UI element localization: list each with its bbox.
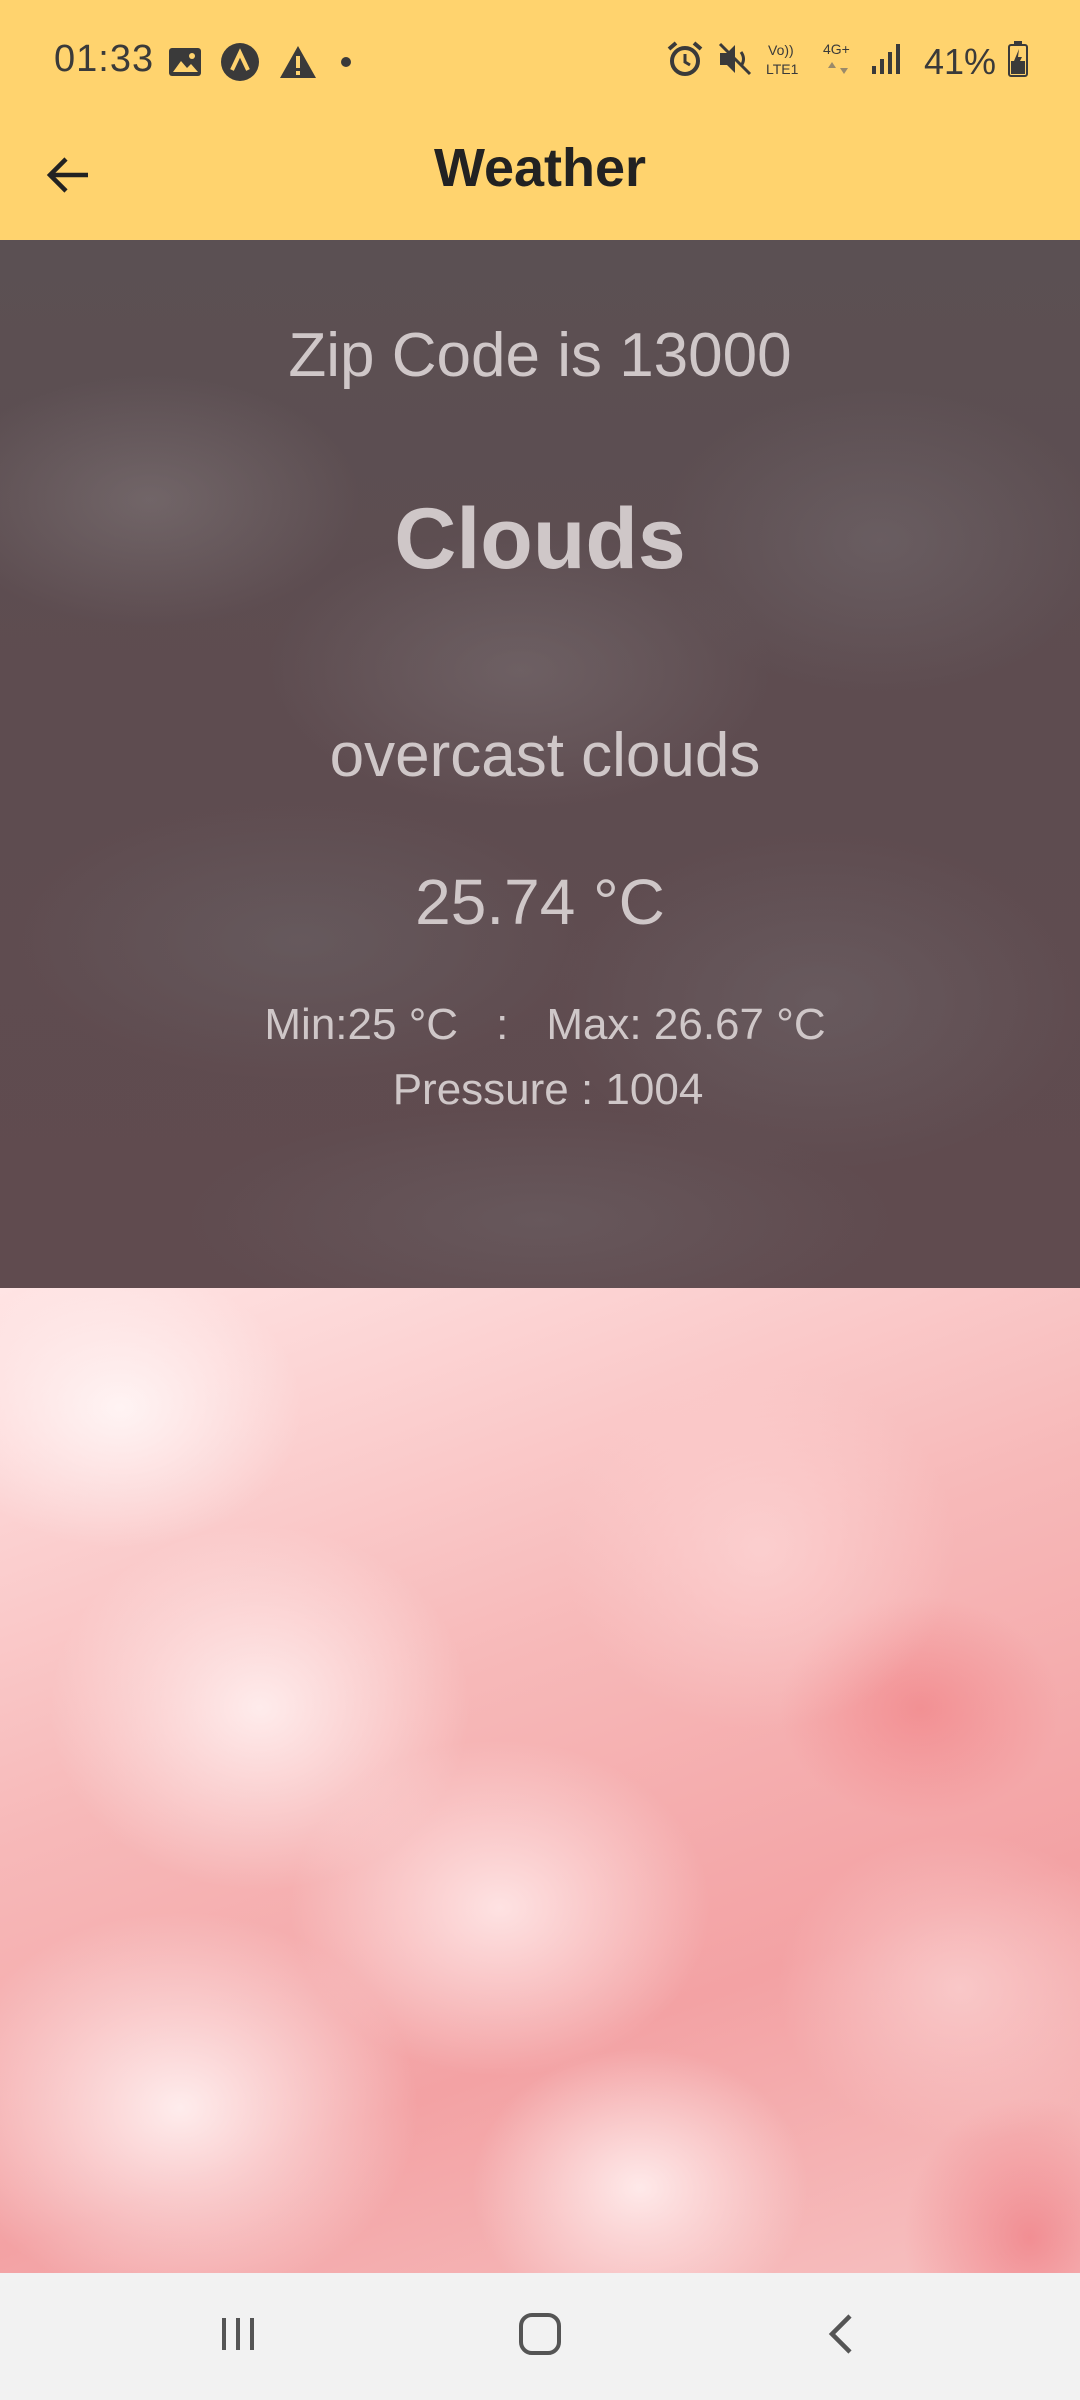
battery-icon: [1008, 41, 1028, 82]
signal-icon: [870, 42, 904, 81]
svg-text:LTE1: LTE1: [766, 61, 799, 77]
max-temperature: Max: 26.67 °C: [546, 1000, 826, 1049]
system-nav-bar: [0, 2273, 1080, 2400]
gallery-icon: [168, 47, 202, 82]
weather-description: overcast clouds: [329, 721, 761, 790]
status-time: 01:33: [54, 38, 155, 80]
weather-info-panel: Zip Code is 13000 Clouds overcast clouds…: [0, 240, 1080, 1288]
svg-text:4G+: 4G+: [823, 41, 850, 57]
status-left-icons: [168, 42, 356, 87]
nav-back-button[interactable]: [802, 2301, 882, 2371]
warning-icon: [278, 44, 318, 85]
zip-code-text: Zip Code is 13000: [288, 321, 792, 390]
app-bar: Weather: [0, 125, 1080, 240]
status-bar: 01:33 Vo)) LTE1 4G+ 41%: [0, 0, 1080, 125]
page-title: Weather: [433, 138, 647, 198]
clouds-background-image: [0, 1288, 1080, 2273]
alarm-icon: [666, 40, 704, 83]
svg-text:Vo)): Vo)): [768, 42, 794, 58]
a-circle-icon: [220, 42, 260, 87]
min-max-temperature: Min:25 °C: Max: 26.67 °C: [0, 1000, 1080, 1050]
weather-screen: 01:33 Vo)) LTE1 4G+ 41% Weather Zip Code…: [0, 0, 1080, 2400]
top-bar: 01:33 Vo)) LTE1 4G+ 41% Weather: [0, 0, 1080, 240]
volte-icon: Vo)) LTE1: [766, 40, 810, 83]
battery-percentage: 41%: [923, 40, 996, 82]
min-temperature: Min:25 °C: [264, 1000, 459, 1049]
recents-button[interactable]: [198, 2301, 278, 2371]
mute-icon: [716, 40, 754, 83]
home-button[interactable]: [500, 2301, 580, 2371]
status-right-icons: Vo)) LTE1 4G+ 41%: [666, 40, 1028, 83]
dot-icon: [336, 52, 356, 77]
pressure: Pressure : 1004: [392, 1065, 704, 1114]
weather-condition: Clouds: [394, 491, 686, 587]
temperature: 25.74 °C: [415, 866, 665, 938]
recents-icon: [216, 2312, 260, 2361]
home-icon: [517, 2311, 563, 2362]
back-chevron-icon: [822, 2312, 862, 2361]
4g-icon: 4G+: [822, 40, 858, 83]
min-max-separator: :: [496, 1000, 509, 1049]
